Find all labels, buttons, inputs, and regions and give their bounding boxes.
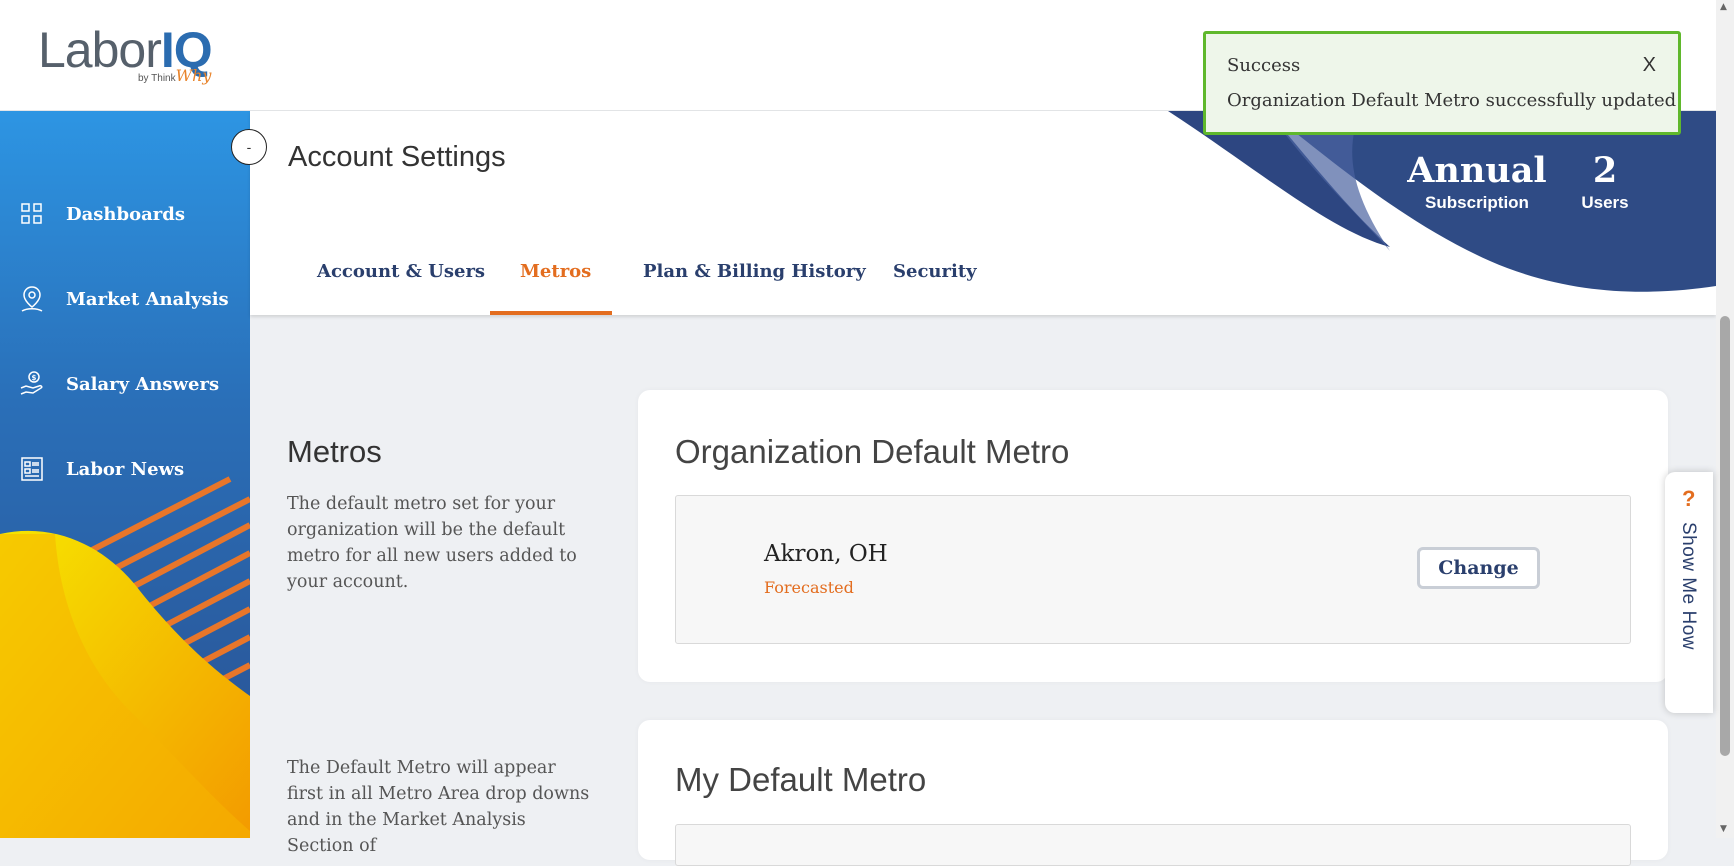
show-me-how-label: Show Me How (1678, 522, 1699, 650)
subscription-stat: Annual Subscription (1390, 151, 1564, 213)
subscription-label: Subscription (1425, 193, 1529, 212)
sidebar-item-labor-news[interactable]: Labor News (18, 449, 184, 489)
sidebar-collapse-button[interactable]: - (231, 129, 267, 165)
sidebar-item-label: Salary Answers (66, 373, 220, 395)
sidebar-item-label: Market Analysis (66, 288, 229, 310)
map-pin-icon (18, 285, 46, 313)
scroll-up-arrow-icon[interactable]: ▲ (1720, 2, 1727, 12)
metro-status: Forecasted (764, 578, 854, 597)
active-tab-indicator (490, 311, 612, 315)
sidebar-item-dashboards[interactable]: Dashboards (18, 194, 185, 234)
page-title: Account Settings (288, 141, 506, 173)
sidebar-item-market-analysis[interactable]: Market Analysis (18, 279, 229, 319)
metros-section-description: The default metro set for your organizat… (287, 494, 577, 592)
tab-plan-billing-history[interactable]: Plan & Billing History (643, 261, 866, 282)
logo-byline: by ThinkWhy (138, 66, 212, 85)
metros-section-title: Metros (287, 434, 382, 469)
page-header: Account Settings Account & Users Metros … (250, 111, 1716, 315)
show-me-how-button[interactable]: ? Show Me How (1665, 472, 1713, 713)
users-stat: 2 Users (1565, 151, 1645, 213)
grid-icon (18, 200, 46, 228)
metro-name: Akron, OH (764, 541, 888, 567)
my-default-metro-title: My Default Metro (675, 761, 927, 798)
default-metro-description: The Default Metro will appear first in a… (287, 758, 590, 856)
scroll-down-arrow-icon[interactable]: ▼ (1720, 824, 1727, 834)
help-question-icon: ? (1682, 486, 1696, 511)
tab-metros[interactable]: Metros (520, 261, 591, 282)
users-value: 2 (1592, 150, 1618, 191)
hand-dollar-icon: $ (18, 370, 46, 398)
users-label: Users (1581, 193, 1629, 212)
org-default-metro-box: Akron, OH Forecasted Change (675, 495, 1631, 644)
sidebar-item-label: Labor News (66, 458, 185, 480)
tab-account-users[interactable]: Account & Users (317, 261, 485, 282)
toast-title: Success (1227, 55, 1301, 76)
scroll-thumb[interactable] (1720, 316, 1730, 756)
svg-text:$: $ (32, 374, 37, 382)
toast-message: Organization Default Metro successfully … (1227, 90, 1677, 111)
subscription-value: Annual (1407, 150, 1547, 191)
my-default-metro-box (675, 824, 1631, 866)
org-default-metro-title: Organization Default Metro (675, 433, 1070, 470)
my-default-metro-card: My Default Metro (638, 720, 1668, 866)
sidebar: Dashboards Market Analysis $ Salary Answ… (0, 111, 250, 838)
change-metro-button[interactable]: Change (1417, 547, 1540, 589)
org-default-metro-card: Organization Default Metro Akron, OH For… (638, 390, 1668, 682)
page-scrollbar[interactable]: ▲ ▼ (1716, 0, 1734, 838)
toast-close-button[interactable]: X (1643, 54, 1656, 77)
success-toast: Success Organization Default Metro succe… (1203, 31, 1681, 135)
newspaper-icon (18, 455, 46, 483)
tab-security[interactable]: Security (893, 261, 977, 282)
sidebar-item-salary-answers[interactable]: $ Salary Answers (18, 364, 219, 404)
sidebar-item-label: Dashboards (66, 203, 185, 225)
laboriq-logo[interactable]: LaborIQ by ThinkWhy (38, 22, 218, 92)
